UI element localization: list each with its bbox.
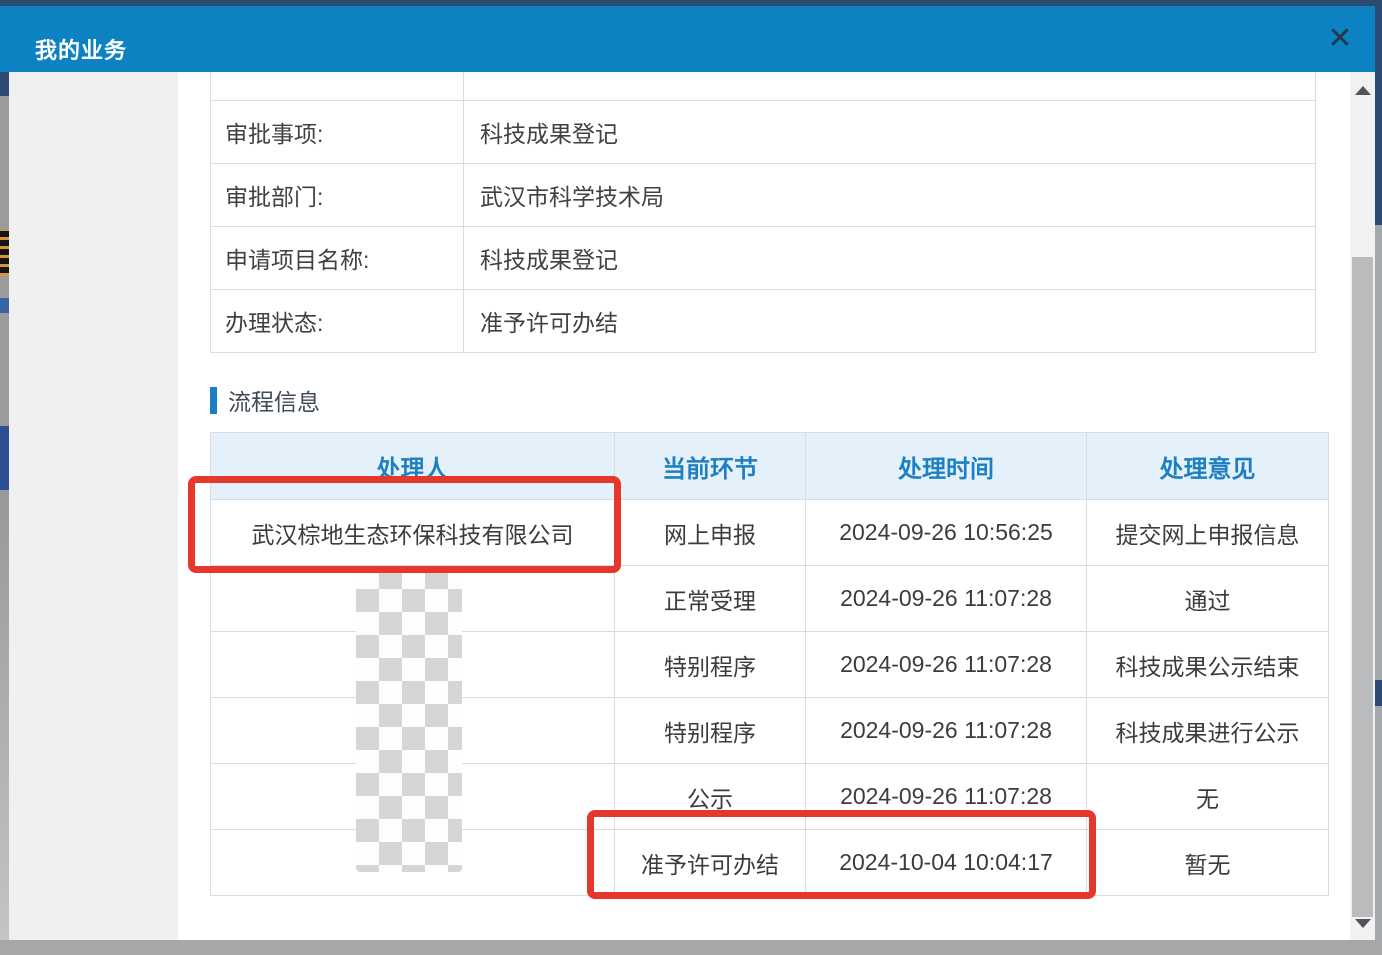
redacted-mosaic [356, 566, 462, 872]
process-cell-opinion: 通过 [1087, 566, 1329, 632]
process-cell-step: 特别程序 [615, 698, 806, 764]
process-section-header: 流程信息 [210, 386, 320, 414]
process-cell-step: 网上申报 [615, 500, 806, 566]
modal-header: 我的业务 ✕ [0, 6, 1375, 72]
process-cell-time: 2024-09-26 11:07:28 [806, 698, 1087, 764]
annotation-box-handler [188, 476, 621, 573]
underlying-page-bottom-edge [0, 940, 1382, 955]
page-edge-segment [0, 298, 9, 313]
process-cell-opinion: 提交网上申报信息 [1087, 500, 1329, 566]
scrollbar[interactable] [1350, 72, 1375, 940]
process-cell-step: 特别程序 [615, 632, 806, 698]
close-icon[interactable]: ✕ [1322, 20, 1358, 58]
detail-label: 审批部门: [211, 163, 464, 226]
process-cell-opinion: 科技成果进行公示 [1087, 698, 1329, 764]
detail-value: 准予许可办结 [464, 289, 1316, 352]
process-cell-opinion: 科技成果公示结束 [1087, 632, 1329, 698]
details-row: 审批事项:科技成果登记 [211, 100, 1316, 163]
underlying-page-left-edge [0, 6, 9, 955]
details-row: 办理状态:准予许可办结 [211, 289, 1316, 352]
detail-label: 申请项目名称: [211, 226, 464, 289]
page-edge-segment [1375, 680, 1382, 706]
page-edge-segment [0, 490, 9, 955]
process-cell-time: 2024-09-26 11:07:28 [806, 632, 1087, 698]
page-edge-segment [0, 426, 9, 490]
process-cell-opinion: 暂无 [1087, 830, 1329, 896]
scroll-down-arrow-icon[interactable] [1355, 919, 1371, 928]
section-accent-bar [210, 387, 217, 414]
modal-title: 我的业务 [35, 33, 127, 65]
section-title: 流程信息 [228, 383, 320, 417]
process-cell-opinion: 无 [1087, 764, 1329, 830]
screen: 我的业务 ✕ 审批事项:科技成果登记审批部门:武汉市科学技术局申请项目名称:科技… [0, 0, 1382, 955]
detail-label: 办理状态: [211, 289, 464, 352]
details-table-body: 审批事项:科技成果登记审批部门:武汉市科学技术局申请项目名称:科技成果登记办理状… [211, 72, 1316, 352]
scroll-up-arrow-icon[interactable] [1355, 86, 1371, 95]
process-cell-time: 2024-09-26 11:07:28 [806, 566, 1087, 632]
scrollbar-thumb[interactable] [1352, 257, 1373, 917]
detail-value: 科技成果登记 [464, 100, 1316, 163]
detail-value: 科技成果登记 [464, 226, 1316, 289]
process-cell-time: 2024-09-26 10:56:25 [806, 500, 1087, 566]
annotation-box-result [587, 810, 1096, 899]
detail-label: 审批事项: [211, 100, 464, 163]
details-row-partial [211, 72, 1316, 100]
detail-label [211, 72, 464, 100]
details-row: 审批部门:武汉市科学技术局 [211, 163, 1316, 226]
detail-value: 武汉市科学技术局 [464, 163, 1316, 226]
modal-sidebar [9, 72, 178, 940]
column-header-step: 当前环节 [615, 433, 806, 500]
column-header-time: 处理时间 [806, 433, 1087, 500]
page-edge-logo-fragment [0, 230, 9, 276]
page-edge-segment [0, 72, 9, 96]
details-row: 申请项目名称:科技成果登记 [211, 226, 1316, 289]
detail-value [464, 72, 1316, 100]
underlying-page-right-edge [1375, 6, 1382, 955]
process-cell-step: 正常受理 [615, 566, 806, 632]
column-header-opinion: 处理意见 [1087, 433, 1329, 500]
page-edge-segment [1375, 6, 1382, 225]
details-table: 审批事项:科技成果登记审批部门:武汉市科学技术局申请项目名称:科技成果登记办理状… [210, 72, 1316, 353]
